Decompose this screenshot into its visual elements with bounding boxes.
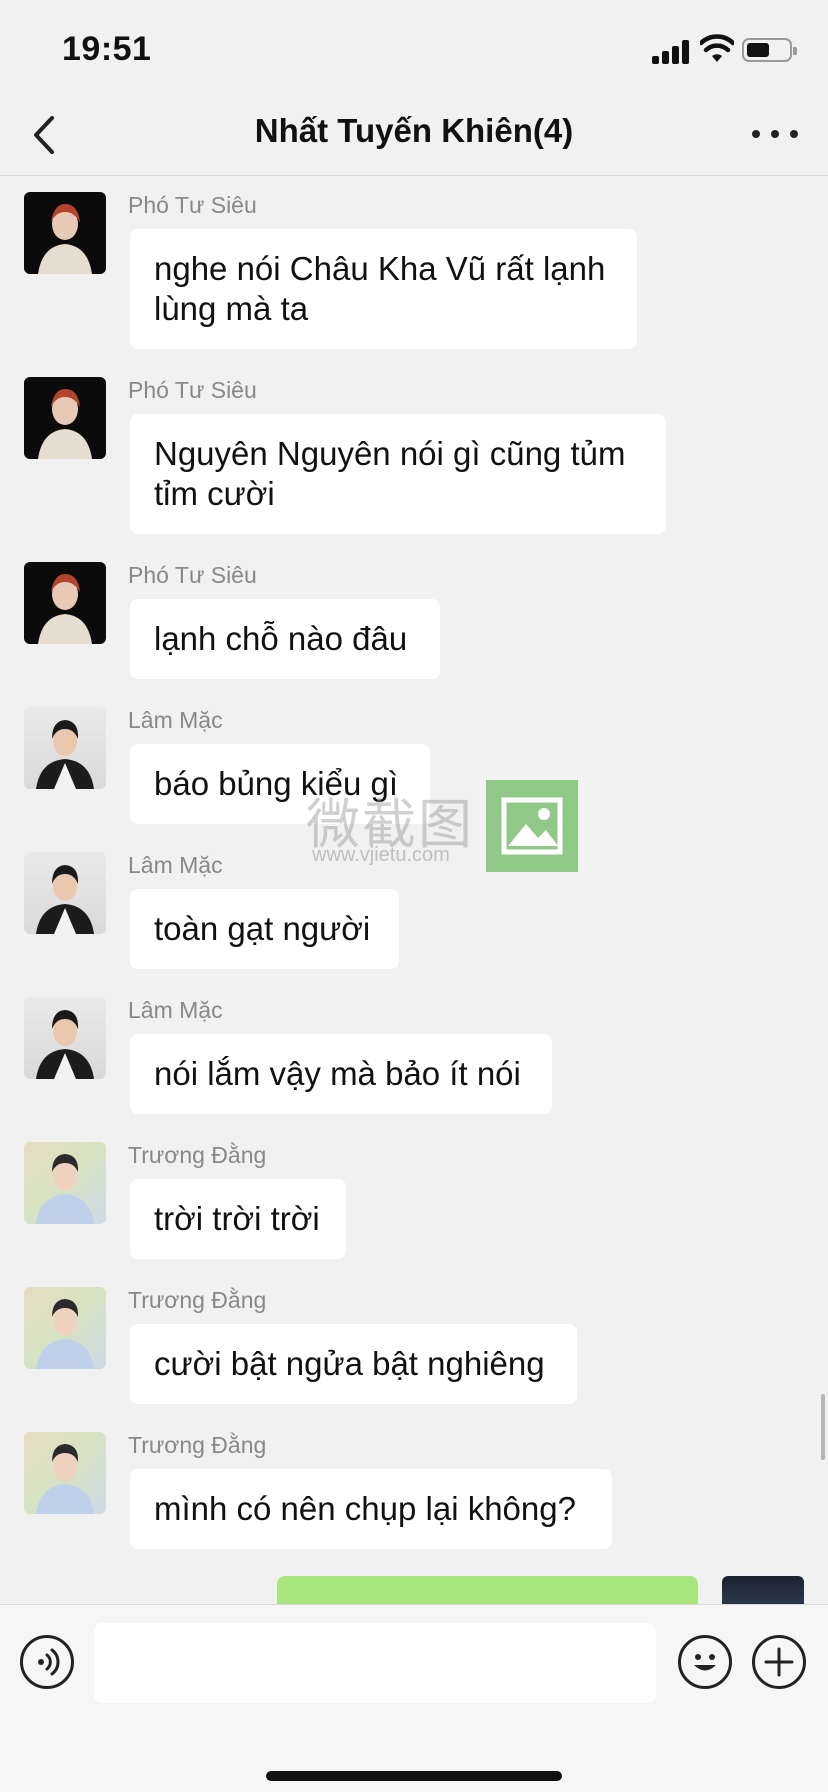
avatar[interactable] bbox=[24, 852, 106, 934]
message-bubble[interactable]: Nguyên Nguyên nói gì cũng tủm tỉm cười bbox=[130, 414, 666, 534]
message-list[interactable]: Phó Tư Siêu nghe nói Châu Kha Vũ rất lạn… bbox=[0, 176, 828, 1604]
avatar[interactable] bbox=[24, 562, 106, 644]
emoji-icon[interactable] bbox=[678, 1635, 732, 1689]
message-bubble[interactable]: nghe nói Châu Kha Vũ rất lạnh lùng mà ta bbox=[130, 229, 637, 349]
more-dots-icon[interactable] bbox=[752, 114, 798, 154]
signal-icon bbox=[652, 38, 692, 64]
chat-header: Nhất Tuyến Khiên(4) bbox=[0, 96, 828, 176]
avatar[interactable] bbox=[24, 377, 106, 459]
sender-name: Trương Đằng bbox=[128, 1432, 267, 1458]
sender-name: Lâm Mặc bbox=[128, 707, 223, 733]
battery-icon bbox=[742, 38, 797, 62]
input-bar bbox=[0, 1604, 828, 1792]
status-time: 19:51 bbox=[62, 30, 152, 68]
message-bubble[interactable]: toàn gạt người bbox=[130, 889, 399, 969]
sender-name: Trương Đằng bbox=[128, 1287, 267, 1313]
message-bubble-own[interactable] bbox=[277, 1576, 698, 1604]
avatar[interactable] bbox=[24, 707, 106, 789]
sender-name: Lâm Mặc bbox=[128, 997, 223, 1023]
plus-icon[interactable] bbox=[752, 1635, 806, 1689]
message-bubble[interactable]: lạnh chỗ nào đâu bbox=[130, 599, 440, 679]
message-bubble[interactable]: cười bật ngửa bật nghiêng bbox=[130, 1324, 577, 1404]
message-input[interactable] bbox=[94, 1623, 656, 1703]
message-bubble[interactable]: báo bủng kiểu gì bbox=[130, 744, 430, 824]
message-bubble[interactable]: mình có nên chụp lại không? bbox=[130, 1469, 612, 1549]
message-bubble[interactable]: nói lắm vậy mà bảo ít nói bbox=[130, 1034, 552, 1114]
sender-name: Phó Tư Siêu bbox=[128, 377, 257, 403]
home-indicator[interactable] bbox=[266, 1771, 562, 1781]
avatar[interactable] bbox=[24, 1142, 106, 1224]
wifi-icon bbox=[700, 34, 734, 62]
sender-name: Phó Tư Siêu bbox=[128, 192, 257, 218]
chat-title: Nhất Tuyến Khiên(4) bbox=[254, 112, 574, 149]
avatar-own[interactable] bbox=[722, 1576, 804, 1604]
avatar[interactable] bbox=[24, 192, 106, 274]
avatar[interactable] bbox=[24, 1287, 106, 1369]
scrollbar[interactable] bbox=[821, 1394, 825, 1460]
voice-icon[interactable] bbox=[20, 1635, 74, 1689]
avatar[interactable] bbox=[24, 1432, 106, 1514]
message-bubble[interactable]: trời trời trời bbox=[130, 1179, 346, 1259]
status-bar: 19:51 bbox=[0, 0, 828, 96]
sender-name: Trương Đằng bbox=[128, 1142, 267, 1168]
sender-name: Phó Tư Siêu bbox=[128, 562, 257, 588]
avatar[interactable] bbox=[24, 997, 106, 1079]
sender-name: Lâm Mặc bbox=[128, 852, 223, 878]
